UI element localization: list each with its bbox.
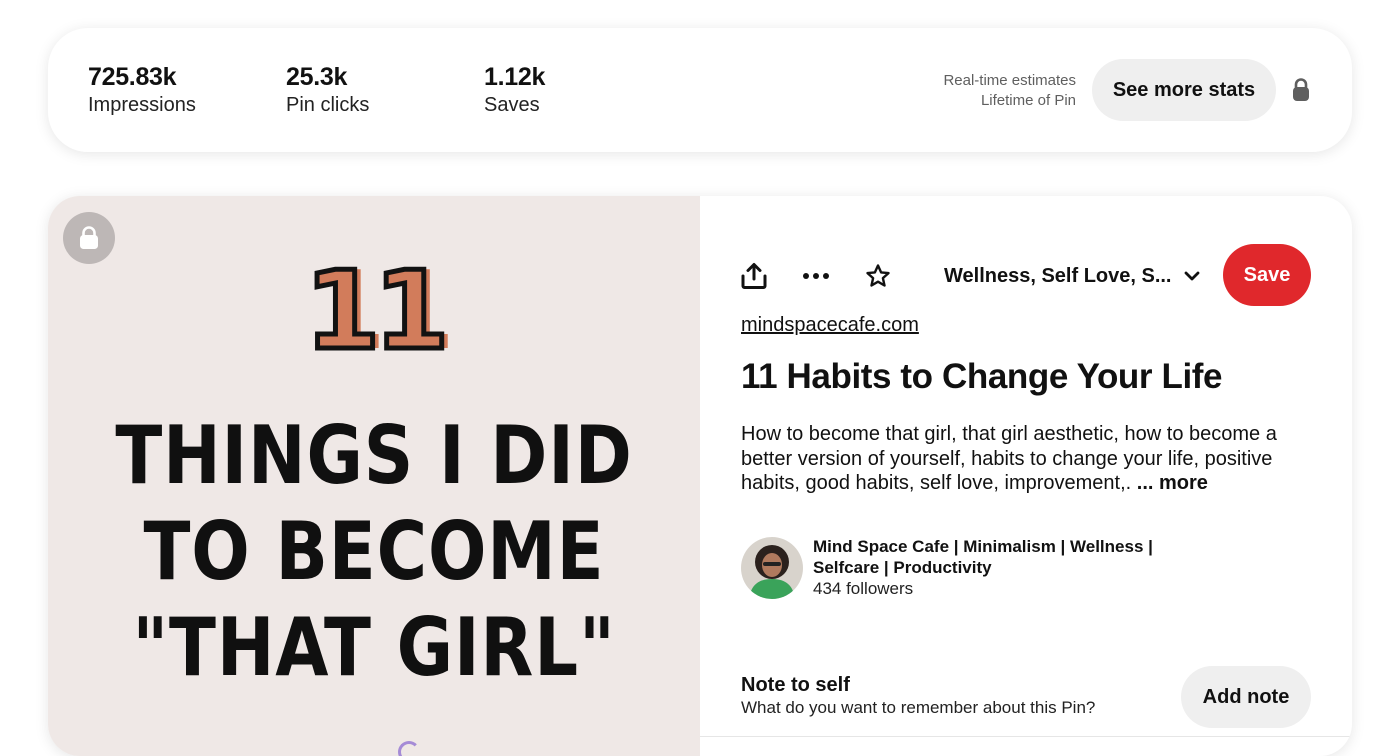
more-options-icon[interactable] — [798, 258, 834, 294]
pin-image[interactable]: 11 THINGS I DID TO BECOME "THAT GIRL" — [48, 196, 700, 756]
pin-image-number: 11 — [302, 249, 451, 374]
estimates-line-2: Lifetime of Pin — [980, 92, 1076, 109]
pin-stats-bar: 725.83k Impressions 25.3k Pin clicks 1.1… — [48, 28, 1352, 152]
saves-stat: 1.12k Saves — [484, 62, 545, 117]
creator-info: Mind Space Cafe | Minimalism | Wellness … — [741, 536, 1301, 600]
description-more-link[interactable]: ... more — [1137, 472, 1208, 494]
star-icon[interactable] — [860, 258, 896, 294]
pin-description: How to become that girl, that girl aesth… — [741, 422, 1321, 496]
impressions-stat: 725.83k Impressions — [88, 62, 196, 117]
pin-details-panel: Wellness, Self Love, S... Save mindspace… — [700, 196, 1352, 756]
headline-line-2: TO BECOME — [143, 505, 605, 598]
estimates-line-1: Real-time estimates — [943, 72, 1076, 89]
headline-line-3: "THAT GIRL" — [132, 601, 616, 694]
avatar[interactable] — [741, 537, 803, 599]
note-title: Note to self — [741, 674, 850, 696]
headline-line-1: THINGS I DID — [115, 409, 633, 502]
save-button[interactable]: Save — [1223, 244, 1311, 306]
chevron-down-icon — [1182, 266, 1202, 286]
pin-card: 11 THINGS I DID TO BECOME "THAT GIRL" We… — [48, 196, 1352, 756]
pin-image-headline: THINGS I DID TO BECOME "THAT GIRL" — [48, 408, 700, 696]
saves-value: 1.12k — [484, 63, 546, 91]
add-note-button[interactable]: Add note — [1181, 666, 1311, 728]
lock-icon — [63, 212, 115, 264]
pin-title: 11 Habits to Change Your Life — [741, 357, 1223, 396]
see-more-stats-button[interactable]: See more stats — [1092, 59, 1276, 121]
estimates-note: Real-time estimates Lifetime of Pin — [943, 71, 1076, 111]
board-selector[interactable]: Wellness, Self Love, S... — [944, 258, 1202, 294]
saves-label: Saves — [484, 94, 540, 116]
note-prompt: What do you want to remember about this … — [741, 698, 1096, 717]
pin-clicks-value: 25.3k — [286, 63, 348, 91]
board-name: Wellness, Self Love, S... — [944, 264, 1172, 287]
impressions-value: 725.83k — [88, 63, 177, 91]
source-domain-link[interactable]: mindspacecafe.com — [741, 314, 919, 337]
share-icon[interactable] — [736, 258, 772, 294]
pin-clicks-label: Pin clicks — [286, 94, 370, 116]
creator-name[interactable]: Mind Space Cafe | Minimalism | Wellness … — [813, 536, 1193, 578]
lock-icon — [1292, 77, 1310, 103]
decorative-mark — [398, 741, 420, 756]
divider — [700, 736, 1352, 737]
pin-clicks-stat: 25.3k Pin clicks — [286, 62, 369, 117]
follower-count: 434 followers — [813, 579, 914, 598]
impressions-label: Impressions — [88, 94, 196, 116]
